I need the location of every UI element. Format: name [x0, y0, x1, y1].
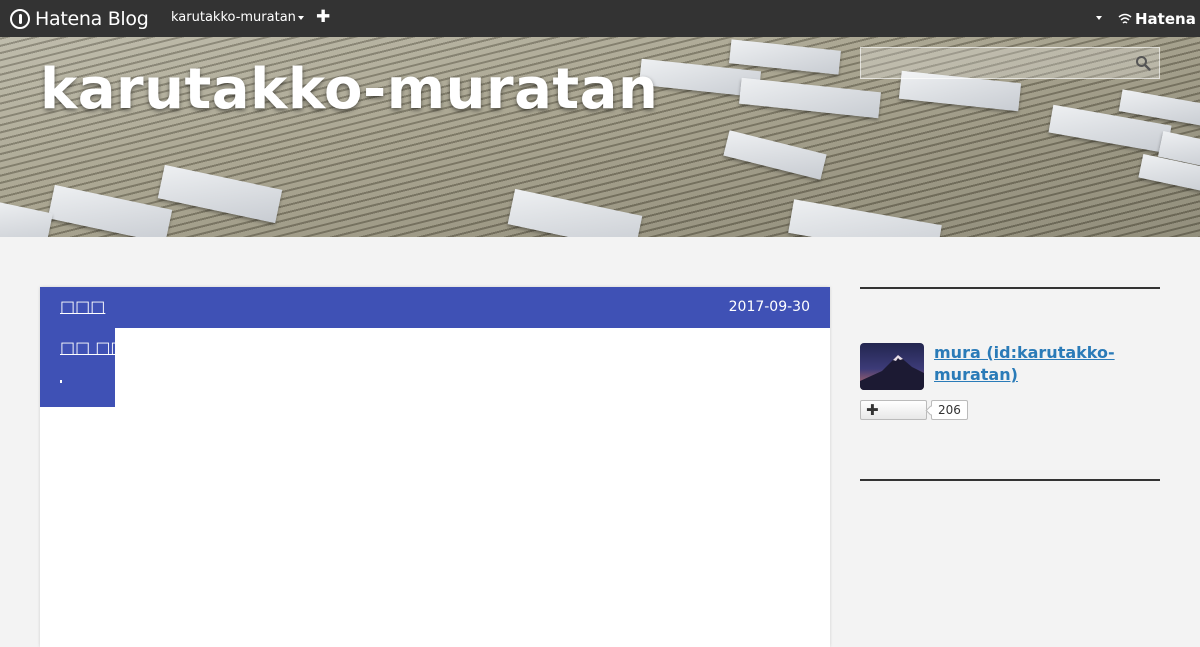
profile-avatar[interactable] [860, 343, 924, 390]
mountain-icon [860, 355, 924, 390]
global-header: Hatena Blog karutakko-muratan ✚ Hatena [0, 0, 1200, 37]
hatena-logo-icon [1118, 13, 1132, 24]
new-post-button[interactable]: ✚ [316, 7, 330, 27]
entry-header: □□□ 2017-09-30 [40, 287, 830, 328]
hatena-blog-brand-link[interactable]: Hatena Blog [10, 7, 149, 31]
sidebar-divider [860, 479, 1160, 481]
plus-icon: ✚ [866, 401, 879, 419]
blog-header-banner: karutakko-muratan [0, 37, 1200, 237]
sidebar-divider [860, 287, 1160, 289]
blog-switcher-label: karutakko-muratan [171, 10, 296, 25]
hatena-blog-icon [10, 9, 30, 29]
follower-count-badge[interactable]: 206 [931, 400, 968, 420]
entry-title-link[interactable]: □□ □□ [60, 338, 126, 357]
profile-name-link[interactable]: mura (id:karutakko-muratan) [934, 342, 1134, 386]
blog-title-link[interactable]: karutakko-muratan [40, 57, 658, 122]
hatena-logo-link[interactable]: Hatena [1118, 10, 1196, 28]
entry-meta-dot [60, 380, 62, 383]
entry-date-link[interactable]: 2017-09-30 [729, 299, 810, 315]
user-menu-chevron-down-icon[interactable] [1096, 16, 1102, 20]
plus-icon: ✚ [316, 7, 331, 27]
search-icon[interactable] [1135, 55, 1151, 71]
brand-text: Hatena Blog [35, 8, 149, 30]
entry-category-link[interactable]: □□□ [60, 297, 105, 316]
hatena-logo-text: Hatena [1135, 10, 1196, 28]
blog-switcher-dropdown[interactable]: karutakko-muratan [171, 10, 304, 25]
search-input[interactable] [860, 47, 1160, 79]
chevron-down-icon [297, 15, 304, 20]
entry-article: □□□ 2017-09-30 □□ □□ [40, 287, 830, 647]
entry-title-block: □□ □□ [40, 328, 126, 407]
follow-button[interactable]: ✚ [860, 400, 927, 420]
